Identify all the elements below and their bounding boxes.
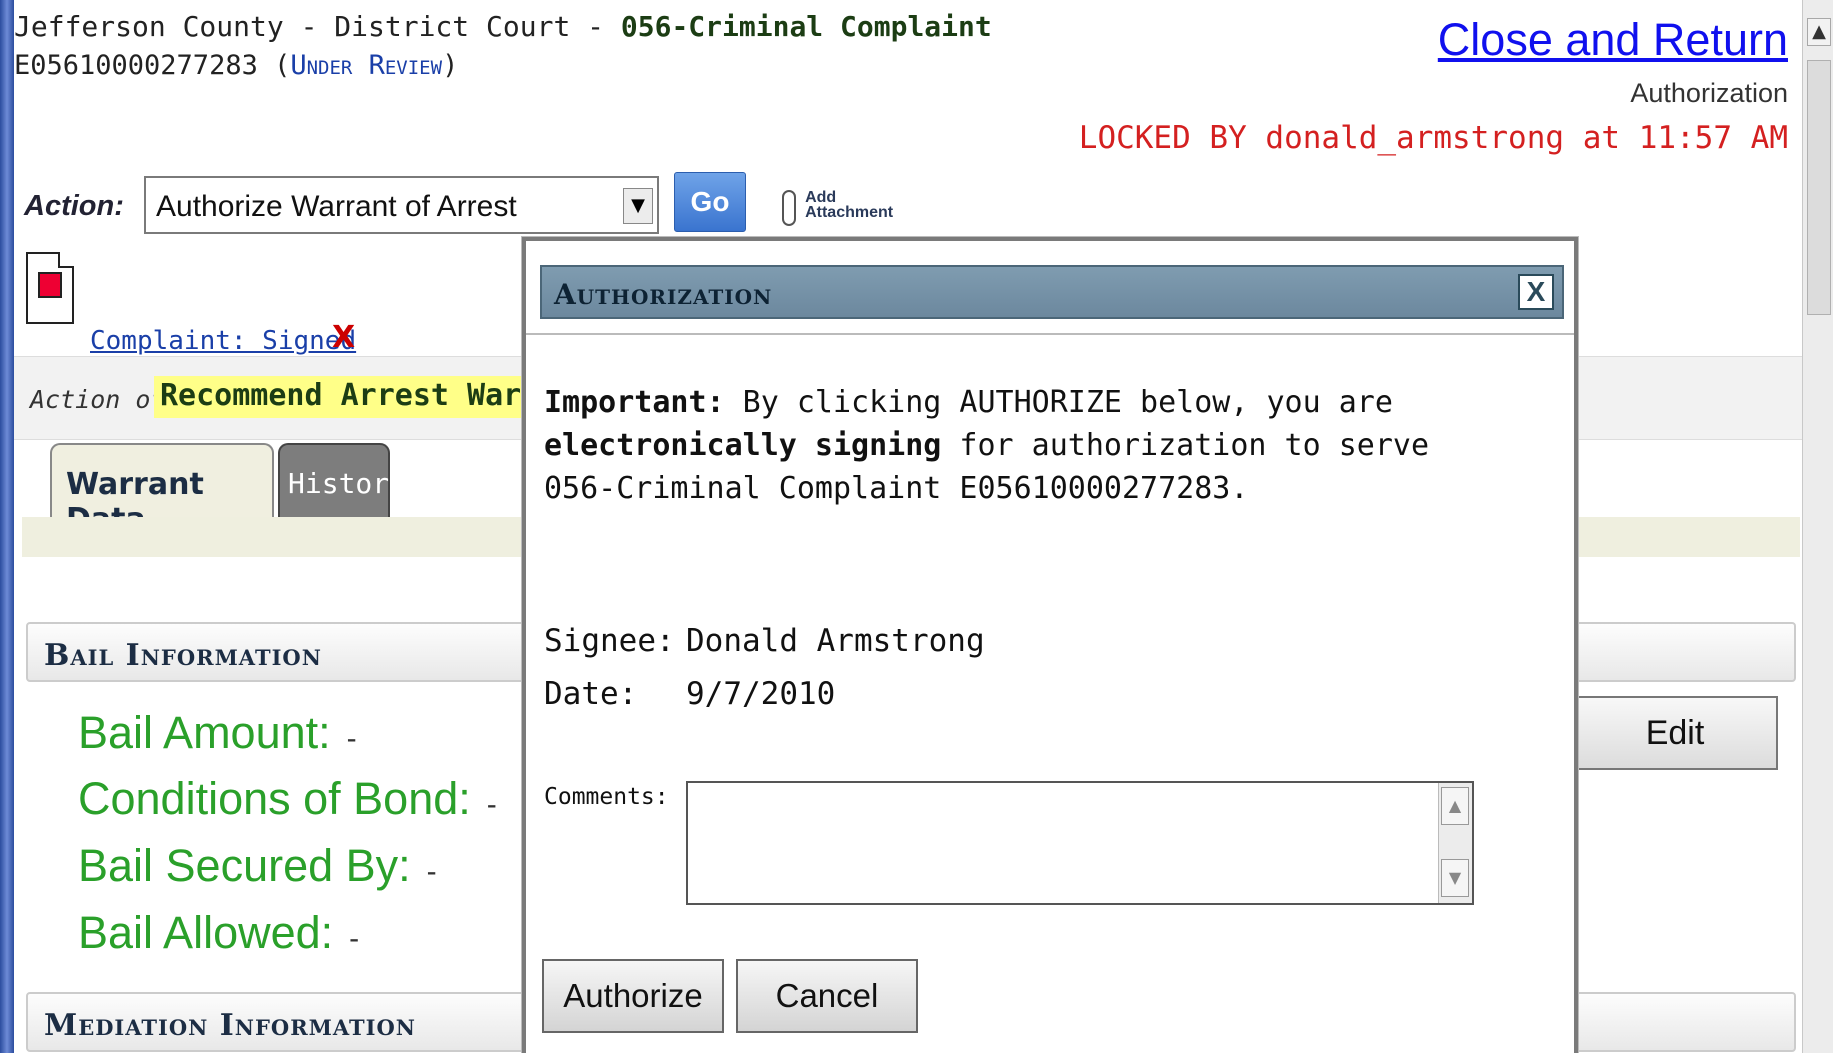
authorization-message: Important: By clicking AUTHORIZE below, …: [544, 381, 1504, 510]
action-select[interactable]: Authorize Warrant of Arrest ▼: [144, 176, 659, 234]
add-attachment-button[interactable]: Add Attachment: [782, 190, 893, 226]
mode-label: Authorization: [1630, 78, 1788, 108]
section-title: Mediation Information: [44, 1008, 416, 1043]
important-label: Important:: [544, 385, 725, 420]
field-value: -: [349, 922, 360, 955]
section-title: Bail Information: [44, 638, 322, 673]
tab-warrant-data[interactable]: Warrant Data: [50, 443, 274, 537]
action-label: Action:: [24, 190, 124, 222]
scroll-up-icon[interactable]: ▲: [1441, 787, 1469, 825]
tab-history[interactable]: History: [278, 443, 406, 519]
desktop-background: [0, 0, 14, 1053]
scroll-up-icon[interactable]: ▲: [1807, 18, 1831, 46]
field-value: -: [346, 722, 357, 755]
add-attachment-label: Add Attachment: [805, 190, 894, 221]
case-paren: ): [442, 50, 459, 81]
field-label: Bail Amount:: [78, 707, 331, 758]
comments-label: Comments:: [544, 784, 669, 810]
case-number: E05610000277283 (: [14, 50, 291, 81]
close-icon[interactable]: X: [1518, 274, 1554, 310]
message-bold: electronically signing: [544, 428, 942, 463]
dialog-title: Authorization: [554, 278, 773, 311]
case-line: E05610000277283 (Under Review): [14, 50, 458, 81]
conditions-of-bond-row: Conditions of Bond: -: [78, 773, 497, 825]
close-and-return-link[interactable]: Close and Return: [1438, 14, 1788, 66]
tab-label: History: [288, 467, 407, 500]
document-icon[interactable]: [26, 252, 74, 324]
page-scrollbar[interactable]: ▲: [1802, 0, 1833, 1053]
locked-status: LOCKED BY donald_armstrong at 11:57 AM: [1078, 120, 1788, 156]
textarea-scrollbar[interactable]: ▲ ▼: [1438, 783, 1472, 903]
authorization-dialog: Authorization X Important: By clicking A…: [522, 237, 1578, 1053]
message-part1: By clicking AUTHORIZE below, you are: [724, 385, 1393, 420]
bail-allowed-row: Bail Allowed: -: [78, 907, 359, 959]
paperclip-icon: [782, 190, 796, 226]
chevron-down-icon[interactable]: ▼: [623, 188, 653, 224]
field-value: -: [486, 788, 497, 821]
remove-icon[interactable]: X: [332, 320, 355, 355]
cancel-button[interactable]: Cancel: [736, 959, 918, 1033]
dialog-title-bar: Authorization X: [540, 265, 1564, 319]
doc-type: 056-Criminal Complaint: [620, 10, 992, 43]
edit-button[interactable]: Edit: [1572, 696, 1778, 770]
court-header: Jefferson County - District Court - 056-…: [14, 10, 992, 43]
attach-line2: Attachment: [805, 204, 894, 221]
screen: Jefferson County - District Court - 056-…: [0, 0, 1833, 1053]
bail-amount-row: Bail Amount: -: [78, 707, 357, 759]
date-label: Date:: [544, 676, 638, 712]
action-select-value: Authorize Warrant of Arrest: [156, 190, 517, 223]
bail-secured-by-row: Bail Secured By: -: [78, 840, 437, 892]
field-value: -: [426, 855, 437, 888]
signee-label: Signee:: [544, 623, 675, 659]
comments-textarea[interactable]: ▲ ▼: [686, 781, 1474, 905]
field-label: Bail Allowed:: [78, 907, 334, 958]
field-label: Conditions of Bond:: [78, 773, 471, 824]
court-name: Jefferson County - District Court -: [14, 10, 621, 43]
authorize-button[interactable]: Authorize: [542, 959, 724, 1033]
date-value: 9/7/2010: [686, 676, 836, 712]
field-label: Bail Secured By:: [78, 840, 411, 891]
pencil-cup-icon: [38, 272, 62, 298]
divider: [526, 333, 1574, 335]
app-window: Jefferson County - District Court - 056-…: [14, 0, 1802, 1053]
scroll-thumb[interactable]: [1807, 60, 1831, 315]
case-status: Under Review: [290, 50, 443, 81]
go-button[interactable]: Go: [674, 172, 746, 232]
complaint-signed-link[interactable]: Complaint: Signed: [90, 326, 356, 356]
signee-value: Donald Armstrong: [686, 623, 985, 659]
scroll-down-icon[interactable]: ▼: [1441, 859, 1469, 897]
